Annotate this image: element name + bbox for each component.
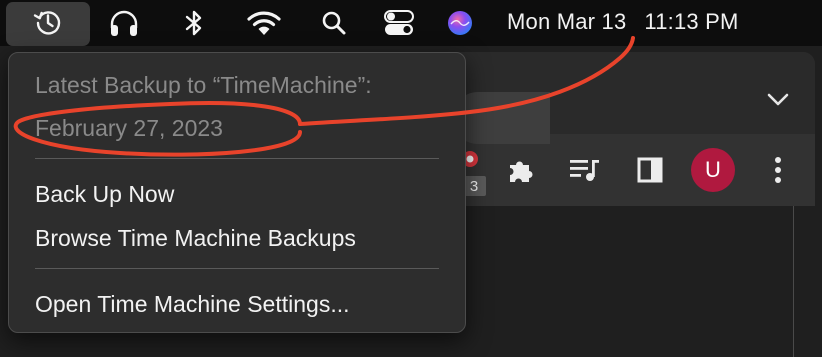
menu-bar: Mon Mar 13 11:13 PM: [0, 0, 822, 46]
extensions-pill: [452, 92, 550, 144]
menu-bar-clock[interactable]: Mon Mar 13 11:13 PM: [507, 9, 739, 35]
time-machine-menu-extra[interactable]: [6, 2, 90, 46]
more-vertical-icon[interactable]: [764, 152, 792, 188]
menu-separator: [35, 158, 439, 159]
media-queue-icon[interactable]: [566, 152, 604, 188]
time-machine-icon: [32, 6, 64, 43]
time-machine-dropdown: Latest Backup to “TimeMachine”: February…: [8, 52, 466, 333]
side-panel-icon[interactable]: [632, 152, 668, 188]
tab-search-chevron-icon[interactable]: [764, 88, 792, 112]
headphones-icon[interactable]: [106, 0, 142, 46]
latest-backup-label: Latest Backup to “TimeMachine”:: [35, 72, 372, 98]
screen: 3 U Mon Mar 13 11:13 PM Latest Backup to…: [0, 0, 822, 357]
browse-backups-item[interactable]: Browse Time Machine Backups: [35, 225, 356, 252]
window-divider: [793, 206, 794, 357]
back-up-now-item[interactable]: Back Up Now: [35, 181, 174, 208]
latest-backup-date: February 27, 2023: [35, 115, 223, 141]
control-center-icon[interactable]: [381, 0, 417, 46]
clock-date: Mon Mar 13: [507, 9, 627, 34]
menu-separator: [35, 268, 439, 269]
wifi-icon[interactable]: [244, 0, 284, 46]
spotlight-search-icon[interactable]: [318, 0, 350, 46]
bluetooth-icon[interactable]: [180, 0, 208, 46]
extensions-puzzle-icon[interactable]: [503, 152, 539, 188]
clock-time: 11:13 PM: [644, 9, 739, 34]
siri-icon[interactable]: [444, 0, 476, 46]
open-settings-item[interactable]: Open Time Machine Settings...: [35, 291, 350, 318]
profile-avatar[interactable]: U: [691, 148, 735, 192]
